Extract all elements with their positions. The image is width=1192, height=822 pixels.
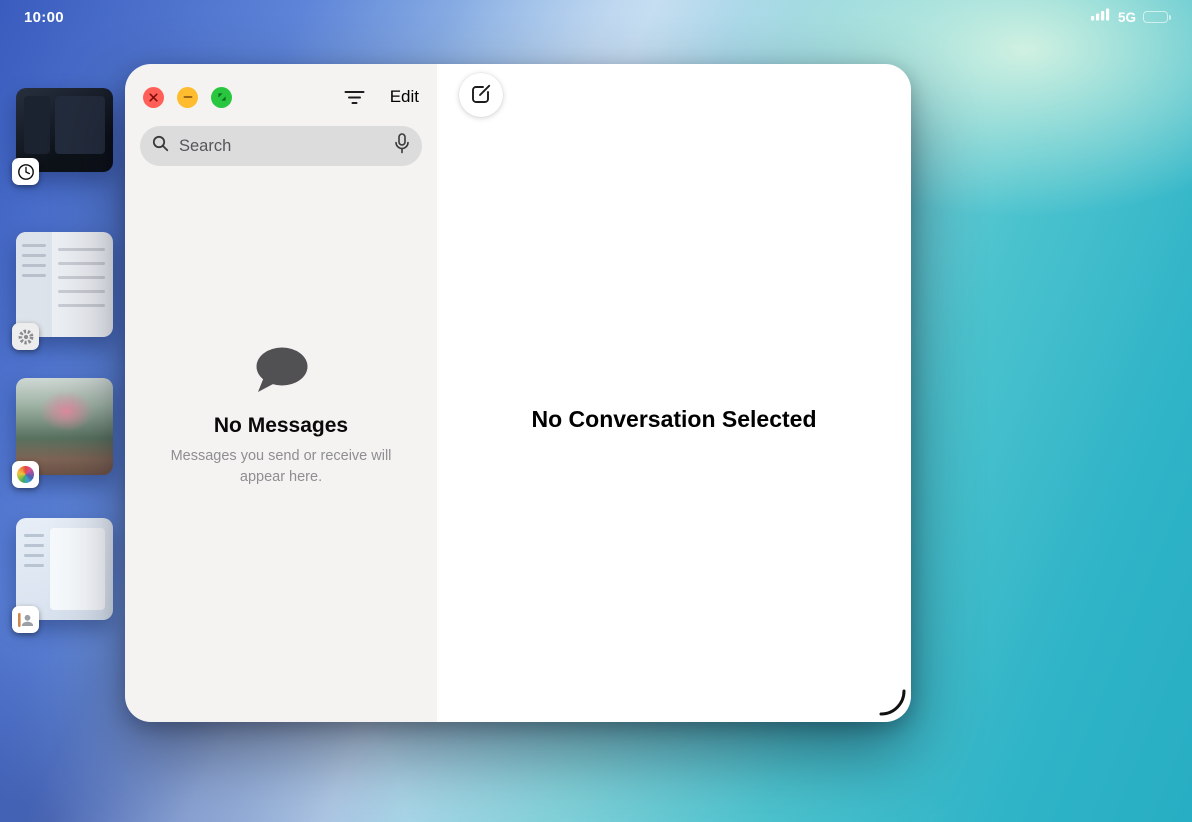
compose-icon	[470, 83, 492, 108]
conversation-sidebar: Edit	[125, 64, 437, 722]
resize-handle-icon[interactable]	[878, 688, 906, 716]
edit-button[interactable]: Edit	[388, 84, 421, 110]
compose-button[interactable]	[459, 73, 503, 117]
no-messages-subtitle: Messages you send or receive will appear…	[163, 446, 399, 487]
recent-app-clock[interactable]	[16, 88, 113, 172]
clock-time: 10:00	[24, 9, 64, 26]
conversation-pane: No Conversation Selected	[437, 64, 911, 722]
network-badge: 5G	[1118, 10, 1136, 25]
status-indicators: 5G	[1091, 8, 1168, 26]
messages-window: Edit	[125, 64, 911, 722]
settings-app-icon	[12, 323, 39, 350]
recent-app-photos[interactable]	[16, 378, 113, 475]
no-messages-title: No Messages	[214, 414, 348, 438]
battery-icon	[1143, 11, 1168, 24]
speech-bubble-icon	[253, 345, 310, 400]
zoom-icon[interactable]	[211, 87, 232, 108]
signal-icon	[1091, 8, 1111, 26]
minimize-icon[interactable]	[177, 87, 198, 108]
recent-app-settings[interactable]	[16, 232, 113, 337]
settings-app-thumbnail	[16, 232, 113, 337]
photos-app-icon	[12, 461, 39, 488]
sidebar-empty-state: No Messages Messages you send or receive…	[125, 110, 437, 722]
sidebar-header: Edit	[125, 64, 437, 116]
filter-icon[interactable]	[341, 87, 368, 108]
clock-app-icon	[12, 158, 39, 185]
status-bar: 10:00 5G	[0, 0, 1192, 34]
ipad-screen: 10:00 5G	[0, 0, 1192, 822]
contacts-app-icon	[12, 606, 39, 633]
contacts-app-thumbnail	[16, 518, 113, 620]
close-icon[interactable]	[143, 87, 164, 108]
window-controls	[143, 87, 232, 108]
no-conversation-title: No Conversation Selected	[531, 406, 816, 433]
sidebar-actions: Edit	[341, 84, 421, 110]
recent-app-contacts[interactable]	[16, 518, 113, 620]
